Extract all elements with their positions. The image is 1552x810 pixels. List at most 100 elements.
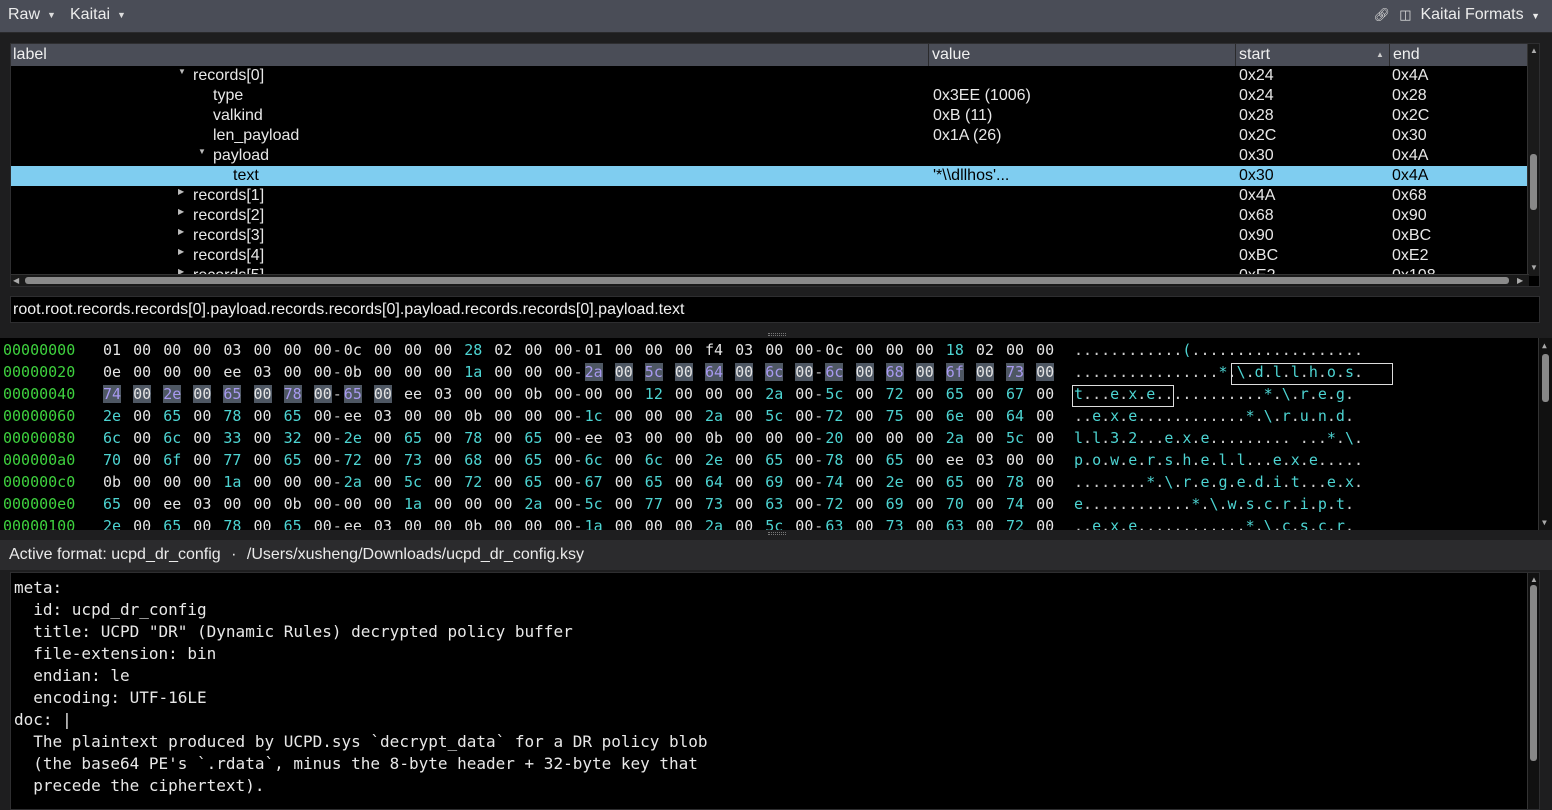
hex-byte[interactable]: 00 <box>976 429 994 447</box>
scroll-up-icon[interactable]: ▲ <box>1530 575 1538 584</box>
hex-byte[interactable]: 00 <box>735 429 753 447</box>
hex-byte[interactable]: 00 <box>645 429 663 447</box>
hex-byte[interactable]: 6e <box>946 407 964 425</box>
hex-byte[interactable]: 00 <box>314 341 332 359</box>
tree-row[interactable]: ▶ records[3] 0x90 0xBC <box>11 226 1529 246</box>
hex-byte[interactable]: 0b <box>464 517 482 530</box>
kaitai-formats-menu[interactable]: Kaitai Formats ▼ <box>1420 6 1540 24</box>
hex-byte[interactable]: 65 <box>645 473 663 491</box>
hex-row[interactable]: 000000a0 70 00 6f 00 77 00 65 00-72 00 73 00 68 00 65 0… <box>0 448 1530 470</box>
hex-byte[interactable]: 00 <box>404 341 422 359</box>
hex-byte[interactable]: 00 <box>915 363 934 381</box>
hex-byte[interactable]: 72 <box>825 407 843 425</box>
hex-byte[interactable]: 00 <box>254 407 272 425</box>
hex-byte[interactable]: 77 <box>645 495 663 513</box>
hex-byte[interactable]: 65 <box>103 495 121 513</box>
hex-byte[interactable]: 2a <box>705 517 723 530</box>
ascii-column[interactable]: l.l.3.2...e.x.e......... ...*.\. <box>1074 429 1363 447</box>
column-header-value[interactable]: value <box>932 46 970 64</box>
hex-viewer[interactable]: 00000000 01 00 00 00 03 00 00 00-0c 00 00 00 28 02 00 0… <box>0 338 1552 530</box>
hex-byte[interactable]: 2a <box>344 473 362 491</box>
hex-byte[interactable]: 0b <box>284 495 302 513</box>
hex-byte[interactable]: 00 <box>163 363 181 381</box>
hex-byte[interactable]: 00 <box>494 385 512 403</box>
hex-byte[interactable]: 6f <box>945 363 964 381</box>
hex-byte[interactable]: 00 <box>916 517 934 530</box>
hex-byte[interactable]: 00 <box>344 495 362 513</box>
hex-byte[interactable]: 00 <box>464 385 482 403</box>
hex-byte[interactable]: 00 <box>615 517 633 530</box>
hex-byte[interactable]: 00 <box>976 495 994 513</box>
hex-byte[interactable]: 00 <box>314 473 332 491</box>
hex-byte[interactable]: 00 <box>314 495 332 513</box>
hex-byte[interactable]: 67 <box>585 473 603 491</box>
hex-byte[interactable]: 00 <box>1006 341 1024 359</box>
hex-byte[interactable]: 00 <box>916 473 934 491</box>
hex-byte[interactable]: 78 <box>223 407 241 425</box>
hex-byte[interactable]: 00 <box>133 385 151 403</box>
hex-byte[interactable]: 00 <box>705 385 723 403</box>
hex-byte[interactable]: 2a <box>946 429 964 447</box>
hex-byte[interactable]: 67 <box>1006 385 1024 403</box>
hex-byte[interactable]: 64 <box>705 473 723 491</box>
hex-byte[interactable]: 00 <box>1036 451 1054 469</box>
hex-byte[interactable]: 00 <box>856 473 874 491</box>
hex-byte[interactable]: 00 <box>374 473 392 491</box>
hex-byte[interactable]: 00 <box>133 517 151 530</box>
hex-byte[interactable]: 03 <box>193 495 211 513</box>
hex-byte[interactable]: 78 <box>825 451 843 469</box>
hex-byte[interactable]: 70 <box>946 495 964 513</box>
hex-byte[interactable]: 2a <box>765 385 783 403</box>
hex-byte[interactable]: 00 <box>404 363 422 381</box>
hex-byte[interactable]: 03 <box>735 341 753 359</box>
hex-byte[interactable]: 68 <box>885 363 904 381</box>
hex-byte[interactable]: 00 <box>284 341 302 359</box>
hex-byte[interactable]: 00 <box>976 385 994 403</box>
hex-byte[interactable]: 00 <box>735 385 753 403</box>
hex-byte[interactable]: 00 <box>735 473 753 491</box>
tree-row[interactable]: ▼ records[0] 0x24 0x4A <box>11 66 1529 86</box>
hex-byte[interactable]: 65 <box>886 451 904 469</box>
column-divider[interactable] <box>1389 44 1390 66</box>
hex-byte[interactable]: 00 <box>765 341 783 359</box>
hex-byte[interactable]: 65 <box>765 451 783 469</box>
hex-byte[interactable]: 00 <box>524 517 542 530</box>
tree-row[interactable]: text '*\\dllhos'... 0x30 0x4A <box>11 166 1529 186</box>
hex-byte[interactable]: 00 <box>675 385 693 403</box>
tree-row[interactable]: ▼ payload 0x30 0x4A <box>11 146 1529 166</box>
hex-byte[interactable]: 00 <box>675 451 693 469</box>
hex-byte[interactable]: 00 <box>555 385 573 403</box>
hex-byte[interactable]: 00 <box>313 385 332 403</box>
hex-byte[interactable]: 00 <box>886 429 904 447</box>
hex-byte[interactable]: 00 <box>133 473 151 491</box>
hex-byte[interactable]: 00 <box>284 363 302 381</box>
hex-byte[interactable]: 00 <box>254 451 272 469</box>
scroll-up-icon[interactable]: ▲ <box>1530 46 1538 55</box>
scroll-down-icon[interactable]: ▼ <box>1542 518 1547 527</box>
scroll-right-icon[interactable]: ▶ <box>1517 276 1523 285</box>
hex-byte[interactable]: 00 <box>555 429 573 447</box>
hex-byte[interactable]: 72 <box>886 385 904 403</box>
hex-byte[interactable]: 0c <box>344 341 362 359</box>
hex-byte[interactable]: 65 <box>284 407 302 425</box>
hex-byte[interactable]: 0b <box>705 429 723 447</box>
editor-code[interactable]: meta: id: ucpd_dr_config title: UCPD "DR… <box>14 577 708 797</box>
hex-byte[interactable]: 1a <box>464 363 482 381</box>
hex-byte[interactable]: 1a <box>404 495 422 513</box>
hex-byte[interactable]: 00 <box>374 495 392 513</box>
ascii-column[interactable]: e............*.\.w.s.c.r.i.p.t. <box>1074 495 1354 513</box>
hex-row[interactable]: 00000100 2e 00 65 00 78 00 65 00- ee 03 00 00 0b 00 00 0… <box>0 514 1530 530</box>
hex-byte[interactable]: 65 <box>163 517 181 530</box>
hex-byte[interactable]: 02 <box>976 341 994 359</box>
hex-byte[interactable]: 0b <box>524 385 542 403</box>
hex-byte[interactable]: 78 <box>223 517 241 530</box>
hex-byte[interactable]: 00 <box>886 341 904 359</box>
hex-byte[interactable]: 74 <box>825 473 843 491</box>
hex-byte[interactable]: 00 <box>1036 385 1054 403</box>
hex-byte[interactable]: 00 <box>374 429 392 447</box>
hex-byte[interactable]: 03 <box>615 429 633 447</box>
hex-byte[interactable]: 00 <box>555 517 573 530</box>
hex-byte[interactable]: 00 <box>494 363 512 381</box>
hex-byte[interactable]: 00 <box>615 473 633 491</box>
hex-byte[interactable]: ee <box>585 429 603 447</box>
